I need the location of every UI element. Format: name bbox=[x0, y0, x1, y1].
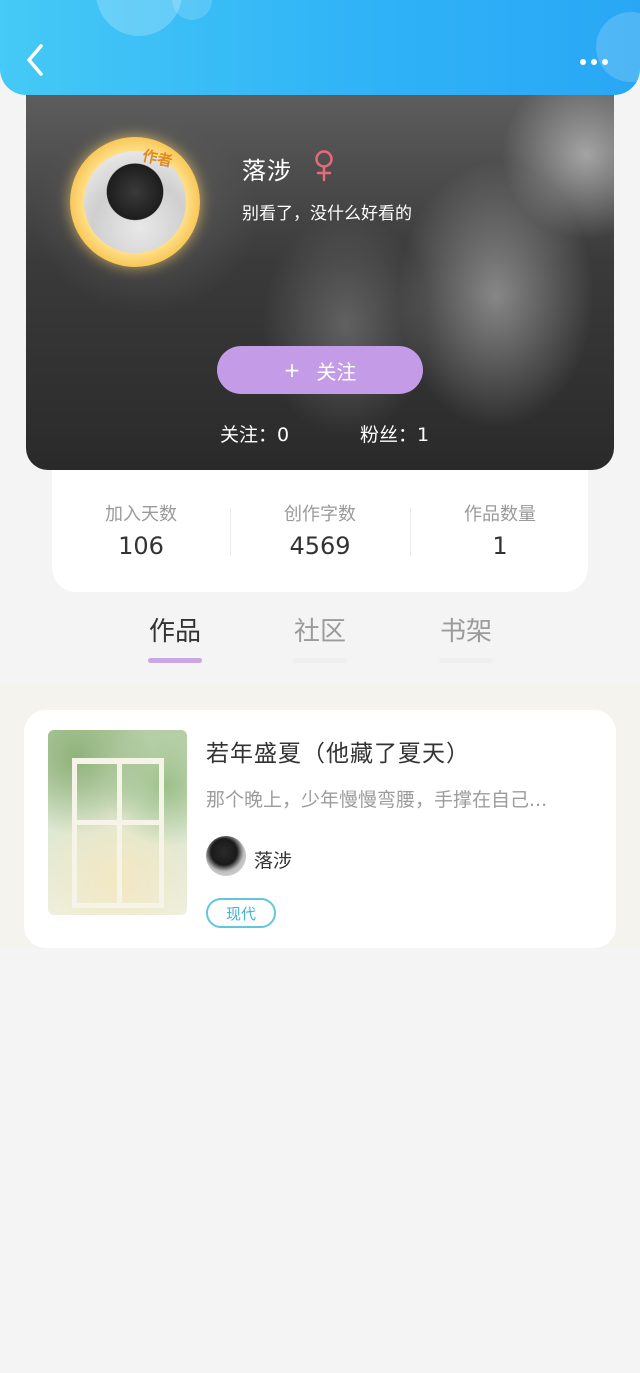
tab-works[interactable]: 作品 bbox=[125, 611, 225, 648]
chevron-left-icon bbox=[27, 44, 43, 76]
cover-window-illustration bbox=[72, 758, 164, 908]
stat-value: 106 bbox=[118, 532, 164, 560]
stats-panel: 加入天数 106 创作字数 4569 作品数量 1 bbox=[52, 470, 588, 592]
plus-icon: + bbox=[283, 358, 301, 382]
author-avatar bbox=[206, 836, 246, 876]
tab-bookshelf-indicator bbox=[439, 658, 493, 663]
top-header bbox=[0, 0, 640, 95]
tab-bar: 作品 社区 书架 bbox=[0, 605, 640, 675]
stat-value: 1 bbox=[492, 532, 508, 560]
following-count[interactable]: 关注：0 bbox=[220, 420, 289, 447]
work-excerpt: 那个晚上，少年慢慢弯腰，手撑在自己... bbox=[206, 789, 548, 811]
header-decoration-bubble bbox=[96, 0, 182, 36]
follow-button[interactable]: + 关注 bbox=[217, 346, 423, 394]
user-bio: 别看了，没什么好看的 bbox=[242, 204, 412, 224]
stat-label: 作品数量 bbox=[464, 504, 536, 525]
more-button[interactable] bbox=[574, 48, 614, 76]
fans-count[interactable]: 粉丝：1 bbox=[360, 420, 429, 447]
work-author-name: 落涉 bbox=[254, 850, 293, 872]
follow-button-label: 关注 bbox=[316, 359, 357, 384]
stat-value: 4569 bbox=[289, 532, 351, 560]
work-title: 若年盛夏（他藏了夏天） bbox=[206, 741, 470, 767]
more-dots-icon bbox=[602, 59, 608, 65]
avatar[interactable]: 作者 bbox=[70, 137, 200, 267]
works-list: 若年盛夏（他藏了夏天） 那个晚上，少年慢慢弯腰，手撑在自己... 落涉 现代 bbox=[0, 684, 640, 948]
work-cover-image bbox=[48, 730, 187, 915]
stat-label: 加入天数 bbox=[105, 504, 177, 525]
follow-stats: 关注：0 粉丝：1 bbox=[26, 420, 614, 450]
user-name: 落涉 bbox=[242, 157, 292, 185]
stat-works-count: 作品数量 1 bbox=[411, 500, 589, 560]
work-card[interactable]: 若年盛夏（他藏了夏天） 那个晚上，少年慢慢弯腰，手撑在自己... 落涉 现代 bbox=[24, 710, 616, 948]
back-button[interactable] bbox=[20, 40, 50, 80]
female-icon bbox=[315, 150, 333, 182]
profile-card: 作者 落涉 别看了，没什么好看的 + 关注 关注：0 粉丝：1 bbox=[26, 95, 614, 470]
stat-word-count: 创作字数 4569 bbox=[231, 500, 409, 560]
more-dots-icon bbox=[591, 59, 597, 65]
tab-community[interactable]: 社区 bbox=[270, 611, 370, 648]
stat-join-days: 加入天数 106 bbox=[52, 500, 230, 560]
tab-works-indicator bbox=[148, 658, 202, 663]
stat-label: 创作字数 bbox=[284, 504, 356, 525]
header-decoration-bubble bbox=[172, 0, 212, 20]
genre-tag[interactable]: 现代 bbox=[206, 898, 276, 928]
tab-community-indicator bbox=[293, 658, 347, 663]
tab-bookshelf[interactable]: 书架 bbox=[416, 611, 516, 648]
more-dots-icon bbox=[580, 59, 586, 65]
